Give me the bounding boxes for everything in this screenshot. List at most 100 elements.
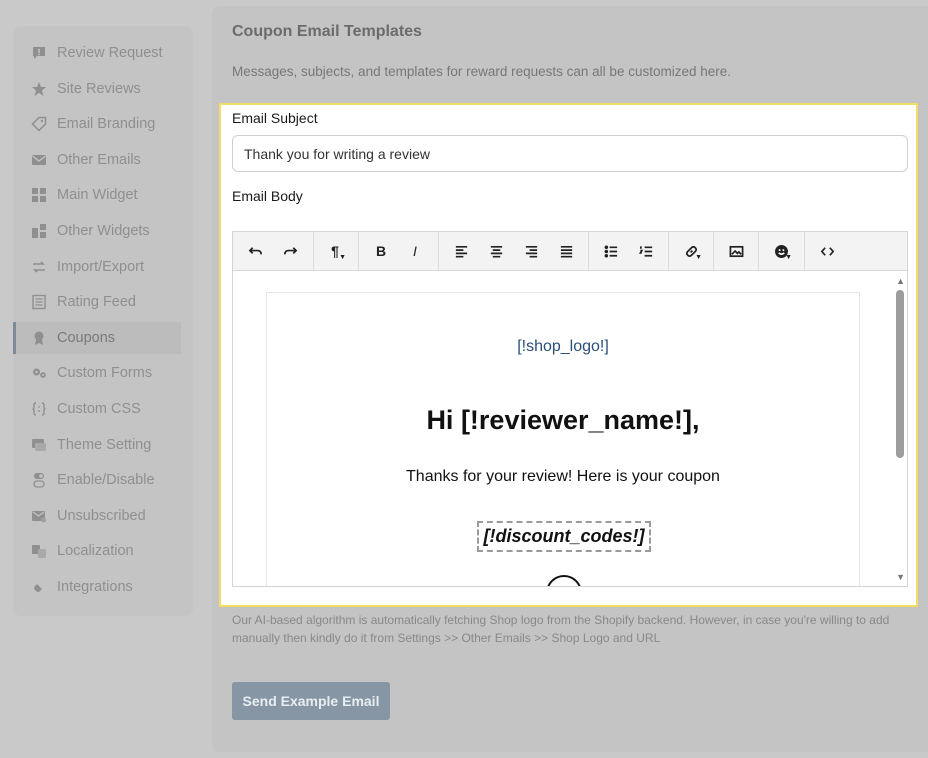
sidebar-item-label: Other Emails: [57, 151, 141, 168]
envelope-icon: [30, 151, 48, 169]
sidebar-item-label: Review Request: [57, 45, 163, 61]
sidebar-item-label: Main Widget: [57, 187, 138, 204]
sidebar-item-other-emails[interactable]: Other Emails: [13, 144, 181, 176]
align-left-button[interactable]: [448, 239, 474, 263]
sidebar-item-site-reviews[interactable]: Site Reviews: [13, 73, 181, 105]
toolbar-divider: [358, 232, 359, 271]
chevron-down-icon: ▼: [695, 254, 702, 261]
rich-text-editor[interactable]: ¶ ▼ B I ▼ ▼ [!shop_logo!] Hi [!reviewer_…: [232, 231, 908, 587]
sidebar-item-custom-forms[interactable]: Custom Forms: [13, 357, 181, 389]
sidebar-item-custom-css[interactable]: Custom CSS: [13, 393, 181, 425]
shop-logo-note: Our AI-based algorithm is automatically …: [232, 613, 890, 645]
sidebar-item-label: Custom Forms: [57, 365, 153, 382]
scroll-up-icon[interactable]: ▲: [896, 276, 905, 286]
star-icon: [30, 80, 48, 98]
align-justify-button[interactable]: [553, 239, 579, 263]
sidebar-item-import-export[interactable]: Import/Export: [13, 251, 181, 283]
cogs-icon: [30, 364, 48, 382]
toggle-icon: [30, 471, 48, 489]
editor-toolbar: ¶ ▼ B I ▼ ▼: [233, 232, 907, 271]
toolbar-divider: [713, 232, 714, 271]
sidebar-item-email-branding[interactable]: Email Branding: [13, 108, 181, 140]
bullet-list-button[interactable]: [598, 239, 624, 263]
sidebar-item-review-request[interactable]: Review Request: [13, 37, 181, 69]
sidebar-item-label: Enable/Disable: [57, 472, 155, 489]
greeting-heading: Hi [!reviewer_name!],: [426, 405, 700, 435]
sidebar-item-enable-disable[interactable]: Enable/Disable: [13, 464, 181, 496]
toolbar-divider: [804, 232, 805, 271]
italic-icon: I: [413, 243, 417, 259]
toolbar-divider: [668, 232, 669, 271]
code-icon: [820, 246, 834, 256]
page-title: Coupon Email Templates: [232, 23, 422, 40]
bold-button[interactable]: B: [368, 239, 394, 263]
insert-link-button[interactable]: ▼: [678, 239, 704, 263]
sidebar-item-unsubscribed[interactable]: Unsubscribed: [13, 500, 181, 532]
braces-icon: [30, 400, 48, 418]
page-description: Messages, subjects, and templates for re…: [232, 64, 731, 79]
sidebar-item-label: Import/Export: [57, 258, 145, 275]
toolbar-divider: [588, 232, 589, 271]
discount-codes-placeholder: [!discount_codes!]: [477, 521, 651, 552]
numbered-list-icon: [638, 245, 652, 257]
bold-icon: B: [375, 243, 387, 259]
align-right-button[interactable]: [518, 239, 544, 263]
sidebar-item-label: Coupons: [57, 329, 116, 346]
chevron-down-icon: ▼: [339, 254, 346, 261]
sidebar-item-coupons[interactable]: Coupons: [13, 321, 181, 354]
scroll-down-icon[interactable]: ▼: [896, 572, 905, 582]
sidebar-item-localization[interactable]: Localization: [13, 535, 181, 567]
mail-off-icon: [30, 507, 48, 525]
insert-image-button[interactable]: [723, 239, 749, 263]
sidebar-item-theme-setting[interactable]: Theme Setting: [13, 429, 181, 461]
sidebar-item-label: Localization: [57, 543, 134, 560]
thanks-message: Thanks for your review! Here is your cou…: [406, 468, 720, 485]
numbered-list-button[interactable]: [633, 239, 659, 263]
source-code-button[interactable]: [814, 239, 840, 263]
sidebar-item-label: Email Branding: [57, 116, 156, 133]
align-center-button[interactable]: [483, 239, 509, 263]
paragraph-format-button[interactable]: ¶ ▼: [322, 239, 348, 263]
chevron-down-icon: ▼: [785, 254, 792, 261]
sidebar-item-label: Custom CSS: [57, 401, 141, 417]
email-body-label: Email Body: [232, 188, 303, 204]
sidebar-item-label: Unsubscribed: [57, 507, 146, 524]
sidebar-item-label: Other Widgets: [57, 223, 150, 239]
sidebar-item-other-widgets[interactable]: Other Widgets: [13, 215, 181, 247]
redo-button[interactable]: [277, 239, 303, 263]
list-icon: [30, 293, 48, 311]
email-subject-label: Email Subject: [232, 110, 318, 126]
align-justify-icon: [560, 245, 572, 257]
toolbar-divider: [758, 232, 759, 271]
undo-button[interactable]: [242, 239, 268, 263]
bullet-list-icon: [604, 245, 617, 257]
tag-icon: [30, 115, 48, 133]
widgets-icon: [30, 222, 48, 240]
sidebar-item-rating-feed[interactable]: Rating Feed: [13, 286, 181, 318]
send-example-email-button[interactable]: Send Example Email: [232, 682, 390, 720]
align-right-icon: [525, 245, 537, 257]
circle-icon: [546, 575, 582, 586]
paragraph-icon: ¶: [331, 243, 339, 259]
shop-logo-placeholder: [!shop_logo!]: [517, 338, 609, 355]
redo-icon: [283, 246, 297, 254]
toolbar-divider: [313, 232, 314, 271]
email-preview-canvas[interactable]: [!shop_logo!] Hi [!reviewer_name!], Than…: [266, 292, 860, 586]
sidebar-item-label: Site Reviews: [57, 80, 141, 97]
email-subject-input[interactable]: [232, 135, 908, 172]
sidebar-item-main-widget[interactable]: Main Widget: [13, 179, 181, 211]
undo-icon: [248, 246, 262, 254]
emoji-button[interactable]: ▼: [768, 239, 794, 263]
widget-grid-icon: [30, 186, 48, 204]
theme-icon: [30, 436, 48, 454]
italic-button[interactable]: I: [402, 239, 428, 263]
image-icon: [729, 245, 743, 257]
scrollbar-thumb[interactable]: [896, 290, 904, 458]
sidebar-item-integrations[interactable]: Integrations: [13, 571, 181, 603]
sidebar-item-label: Integrations: [57, 579, 133, 595]
translate-icon: [30, 542, 48, 560]
align-left-icon: [455, 245, 467, 257]
sidebar-item-label: Rating Feed: [57, 294, 136, 311]
plug-icon: [30, 578, 48, 596]
award-icon: [30, 329, 48, 347]
